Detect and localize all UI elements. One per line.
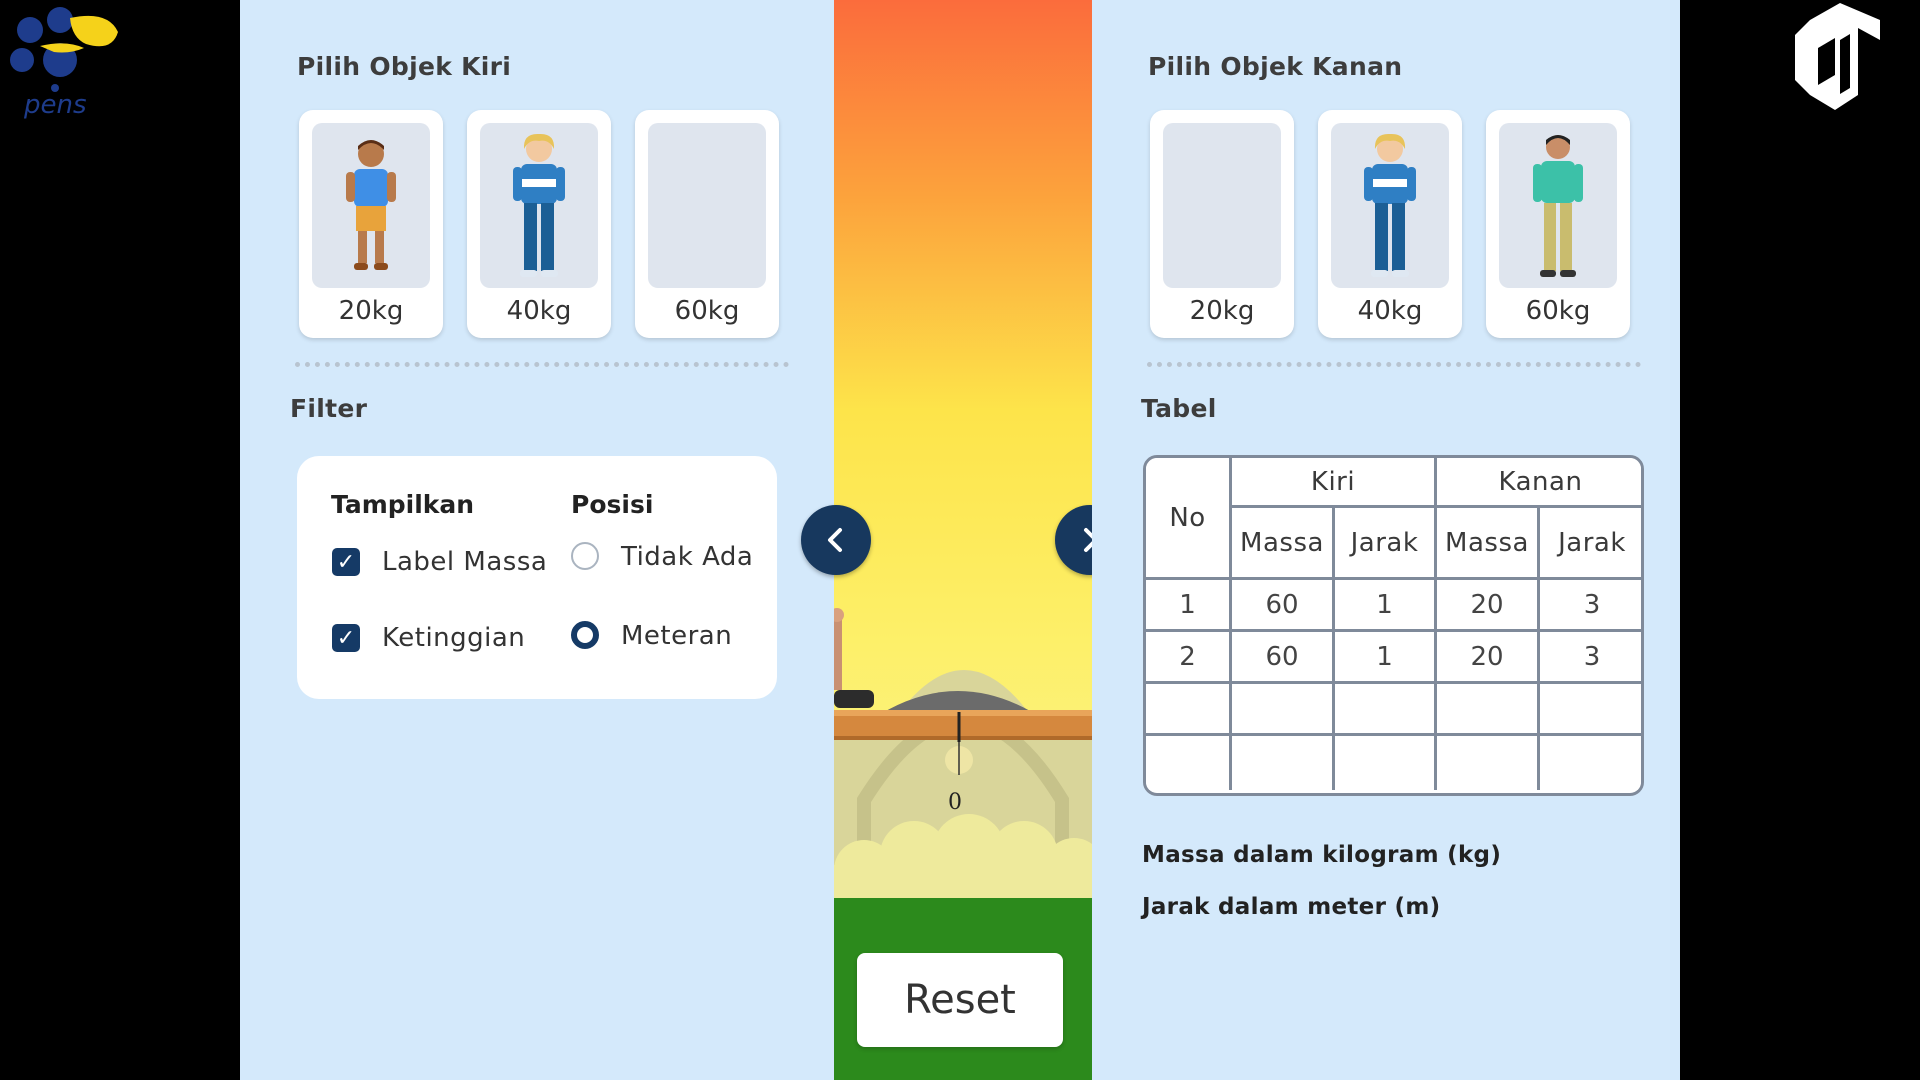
card-weight-label: 60kg [674,296,740,326]
checkmark-icon: ✓ [336,549,356,575]
mass-unit-note: Massa dalam kilogram (kg) [1142,842,1502,868]
data-table: No Kiri Kanan Massa Jarak Massa Jarak 1 … [1143,455,1644,796]
table-cell: 20 [1437,632,1540,684]
right-card-20kg[interactable]: 20kg [1150,110,1294,338]
label-mass-label[interactable]: Label Massa [382,547,547,577]
distance-unit-note: Jarak dalam meter (m) [1142,894,1441,920]
table-cell: 1 [1335,632,1437,684]
position-heading: Posisi [571,490,654,519]
table-cell [1540,736,1641,790]
table-cell [1540,684,1641,736]
left-panel-title: Pilih Objek Kiri [297,52,512,81]
right-panel-title: Pilih Objek Kanan [1148,52,1403,81]
table-cell [1335,736,1437,790]
blonde-kid-figure-icon [513,133,565,277]
position-meter-radio[interactable] [571,621,599,649]
table-header-left-distance: Jarak [1335,508,1437,580]
table-cell [1232,684,1335,736]
filter-box: Tampilkan Posisi ✓ Label Massa ✓ Ketingg… [297,456,777,699]
table-title: Tabel [1141,394,1217,423]
left-card-20kg[interactable]: 20kg [299,110,443,338]
height-label[interactable]: Ketinggian [382,623,525,653]
card-figure [312,123,430,288]
brand-logo [1795,3,1880,110]
pens-logo: pens [10,7,118,120]
table-cell: 60 [1232,632,1335,684]
card-figure [1499,123,1617,288]
left-card-60kg[interactable]: 60kg [635,110,779,338]
man-figure-icon [1533,134,1583,277]
table-cell [1437,736,1540,790]
table-cell: 1 [1335,580,1437,632]
left-card-40kg[interactable]: 40kg [467,110,611,338]
card-figure [1331,123,1449,288]
height-checkbox[interactable]: ✓ [332,624,360,652]
position-meter-label[interactable]: Meteran [621,621,732,651]
left-card-list: 20kg 40kg 60kg [299,110,779,338]
table-cell: 3 [1540,632,1641,684]
filter-title: Filter [290,394,368,423]
table-cell [1146,684,1232,736]
right-card-list: 20kg 40kg 60kg [1150,110,1630,338]
left-panel: Pilih Objek Kiri 20kg 40kg 60kg Filter T… [240,0,834,1080]
card-weight-label: 60kg [1525,296,1591,326]
card-figure [480,123,598,288]
position-none-label[interactable]: Tidak Ada [621,542,753,572]
position-none-radio[interactable] [571,542,599,570]
card-figure-empty [1163,123,1281,288]
table-cell [1232,736,1335,790]
label-mass-checkbox[interactable]: ✓ [332,548,360,576]
table-header-right-mass: Massa [1437,508,1540,580]
card-figure-empty [648,123,766,288]
card-weight-label: 20kg [338,296,404,326]
seesaw-scene: 0 [834,0,1092,1080]
show-heading: Tampilkan [331,490,475,519]
table-header-no: No [1146,458,1232,580]
table-cell: 3 [1540,580,1641,632]
table-cell: 60 [1232,580,1335,632]
table-cell: 20 [1437,580,1540,632]
reset-button[interactable]: Reset [857,953,1063,1047]
checkmark-icon: ✓ [336,625,356,651]
table-cell: 1 [1146,580,1232,632]
blonde-kid-figure-icon [1364,133,1416,277]
table-cell [1437,684,1540,736]
table-cell [1146,736,1232,790]
section-divider [1147,362,1641,367]
pens-logo-text: pens [23,90,87,120]
card-weight-label: 40kg [1357,296,1423,326]
table-header-left-mass: Massa [1232,508,1335,580]
right-card-40kg[interactable]: 40kg [1318,110,1462,338]
right-card-60kg[interactable]: 60kg [1486,110,1630,338]
card-weight-label: 40kg [506,296,572,326]
table-header-left-group: Kiri [1232,458,1437,508]
table-header-right-group: Kanan [1437,458,1641,508]
prev-button[interactable] [801,505,871,575]
section-divider [295,362,789,367]
table-cell: 2 [1146,632,1232,684]
boy-figure-icon [346,139,396,270]
scale-zero-label: 0 [948,790,962,815]
chevron-left-icon [828,528,842,552]
table-header-right-distance: Jarak [1540,508,1641,580]
table-cell [1335,684,1437,736]
card-weight-label: 20kg [1189,296,1255,326]
